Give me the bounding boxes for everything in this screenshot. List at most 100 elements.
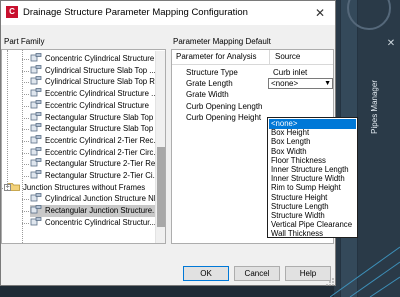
dropdown-option[interactable]: Wall Thickness — [269, 229, 356, 239]
structure-part-icon — [30, 111, 42, 121]
parameter-name[interactable]: Grate Length — [186, 78, 233, 89]
column-divider[interactable] — [269, 50, 270, 64]
title-bar[interactable]: C Drainage Structure Parameter Mapping C… — [1, 1, 335, 25]
combo-value: <none> — [271, 79, 299, 88]
dropdown-option[interactable]: Inner Structure Length — [269, 165, 356, 175]
tree-item-label: Eccentric Cylindrical 2-Tier Rec... — [45, 135, 160, 145]
structure-part-icon — [30, 193, 42, 202]
parameter-name[interactable]: Grate Width — [186, 89, 229, 100]
tree-item-label: Concentric Cylindrical Structure — [45, 54, 155, 63]
tree-item[interactable]: Cylindrical Structure Slab Top ... — [30, 64, 160, 77]
structure-part-icon — [30, 123, 42, 132]
tree-connector — [22, 199, 29, 201]
tree-connector — [22, 129, 29, 131]
dropdown-option[interactable]: Structure Height — [269, 193, 356, 203]
part-family-tree[interactable]: Concentric Cylindrical Structure Cylindri… — [1, 49, 166, 244]
tree-item[interactable]: Cylindrical Structure Slab Top R... — [30, 76, 165, 88]
tree-connector — [22, 59, 29, 60]
tree-item-label: Rectangular Structure Slab Top ... — [45, 124, 162, 134]
tree-item-label: Cylindrical Structure Slab Top ... — [45, 65, 156, 75]
structure-part-icon — [30, 205, 42, 214]
tree-item[interactable]: Concentric Cylindrical Structur... — [30, 216, 160, 229]
dropdown-option[interactable]: Floor Thickness — [269, 156, 356, 166]
tree-item-label: Rectangular Junction Structure... — [45, 206, 159, 216]
tree-connector — [22, 82, 29, 84]
ok-button[interactable]: OK — [183, 266, 229, 281]
grid-header: Parameter for Analysis Source — [172, 50, 333, 65]
tree-connector — [22, 211, 29, 213]
tree-connector — [22, 70, 29, 72]
tree-item[interactable]: Rectangular Structure 2-Tier Re... — [30, 158, 165, 170]
tree-connector — [22, 164, 29, 166]
tree-connector — [22, 140, 29, 142]
dropdown-option[interactable]: Rim to Sump Height — [269, 183, 356, 193]
structure-part-icon — [30, 158, 42, 167]
tree-item[interactable]: Rectangular Structure Slab Top ... — [30, 123, 165, 135]
tree-connector — [22, 117, 29, 119]
source-combobox[interactable]: <none> ▼ — [268, 78, 333, 89]
column-header-source[interactable]: Source — [275, 52, 300, 61]
tree-item[interactable]: Rectangular Structure 2-Tier Ci... — [30, 170, 163, 182]
dropdown-option[interactable]: <none> — [269, 119, 356, 129]
tree-folder-item[interactable]: Junction Structures without Frames — [8, 182, 149, 194]
parameter-name[interactable]: Structure Type — [186, 67, 238, 78]
tree-item-label: Junction Structures without Frames — [23, 182, 146, 192]
tree-item[interactable]: Rectangular Junction Structure... — [30, 205, 163, 217]
tree-item[interactable]: Eccentric Cylindrical Structure — [30, 99, 153, 112]
close-icon: ✕ — [314, 6, 326, 20]
dropdown-option[interactable]: Vertical Pipe Clearance — [269, 220, 356, 230]
parameter-source[interactable]: Curb inlet — [273, 67, 307, 78]
tree-item-label: Rectangular Structure 2-Tier Re... — [45, 159, 162, 169]
structure-part-icon — [30, 53, 42, 62]
tree-item-label: Rectangular Structure Slab Top ... — [45, 112, 162, 122]
tree-item-label: Eccentric Cylindrical 2-Tier Circ... — [45, 147, 160, 157]
parameter-name[interactable]: Curb Opening Length — [186, 101, 263, 112]
dialog-title: Drainage Structure Parameter Mapping Con… — [23, 7, 248, 18]
structure-part-icon — [30, 64, 42, 74]
tree-item-label: Cylindrical Structure Slab Top R... — [45, 77, 162, 87]
tree-scrollbar[interactable] — [155, 51, 165, 243]
tree-item[interactable]: Concentric Cylindrical Structure — [30, 53, 158, 65]
tree-guide-line — [22, 50, 23, 243]
close-button[interactable]: ✕ — [307, 3, 333, 23]
structure-part-icon — [30, 88, 42, 97]
tree-connector — [22, 105, 29, 107]
panel-close-icon[interactable]: ✕ — [384, 38, 398, 50]
part-family-label: Part Family — [4, 37, 45, 46]
structure-part-icon — [30, 134, 42, 144]
chevron-down-icon[interactable]: ▼ — [324, 79, 331, 88]
dropdown-option[interactable]: Structure Width — [269, 211, 356, 221]
tree-connector — [22, 222, 29, 224]
tree-item[interactable]: Cylindrical Junction Structure NF — [30, 193, 163, 205]
civil3d-app-icon: C — [6, 6, 18, 18]
dropdown-option[interactable]: Box Width — [269, 147, 356, 157]
dropdown-option[interactable]: Structure Length — [269, 202, 356, 212]
dropdown-option[interactable]: Box Height — [269, 128, 356, 138]
tree-item-label: Eccentric Cylindrical Structure — [45, 100, 149, 110]
parameter-mapping-label: Parameter Mapping Default — [173, 37, 271, 46]
tree-item[interactable]: Eccentric Cylindrical 2-Tier Rec... — [30, 134, 164, 147]
structure-part-icon — [30, 99, 42, 109]
tree-item[interactable]: Rectangular Structure Slab Top ... — [30, 111, 165, 124]
tree-item[interactable]: Eccentric Cylindrical Structure ... — [30, 88, 162, 100]
dropdown-option[interactable]: Box Length — [269, 137, 356, 147]
cancel-button[interactable]: Cancel — [234, 266, 280, 281]
tree-item-label: Rectangular Structure 2-Tier Ci... — [45, 171, 160, 180]
tree-connector — [22, 176, 29, 177]
parameter-name[interactable]: Curb Opening Height — [186, 112, 261, 123]
resize-grip-icon[interactable] — [325, 277, 335, 287]
scrollbar-thumb[interactable] — [157, 147, 165, 227]
tree-item-label: Concentric Cylindrical Structur... — [45, 217, 156, 227]
structure-part-icon — [30, 76, 42, 85]
tree-connector — [22, 94, 29, 96]
dropdown-option[interactable]: Inner Structure Width — [269, 174, 356, 184]
structure-part-icon — [30, 216, 42, 226]
structure-part-icon — [30, 146, 42, 156]
structure-part-icon — [30, 170, 42, 179]
tree-connector — [22, 152, 29, 154]
source-dropdown-list[interactable]: <none> Box Height Box Length Box Width Floor… — [267, 117, 358, 238]
tree-item-label: Cylindrical Junction Structure NF — [45, 194, 159, 204]
tree-item[interactable]: Eccentric Cylindrical 2-Tier Circ... — [30, 146, 164, 159]
column-header-parameter[interactable]: Parameter for Analysis — [176, 52, 256, 61]
tree-guide-line — [7, 50, 8, 190]
